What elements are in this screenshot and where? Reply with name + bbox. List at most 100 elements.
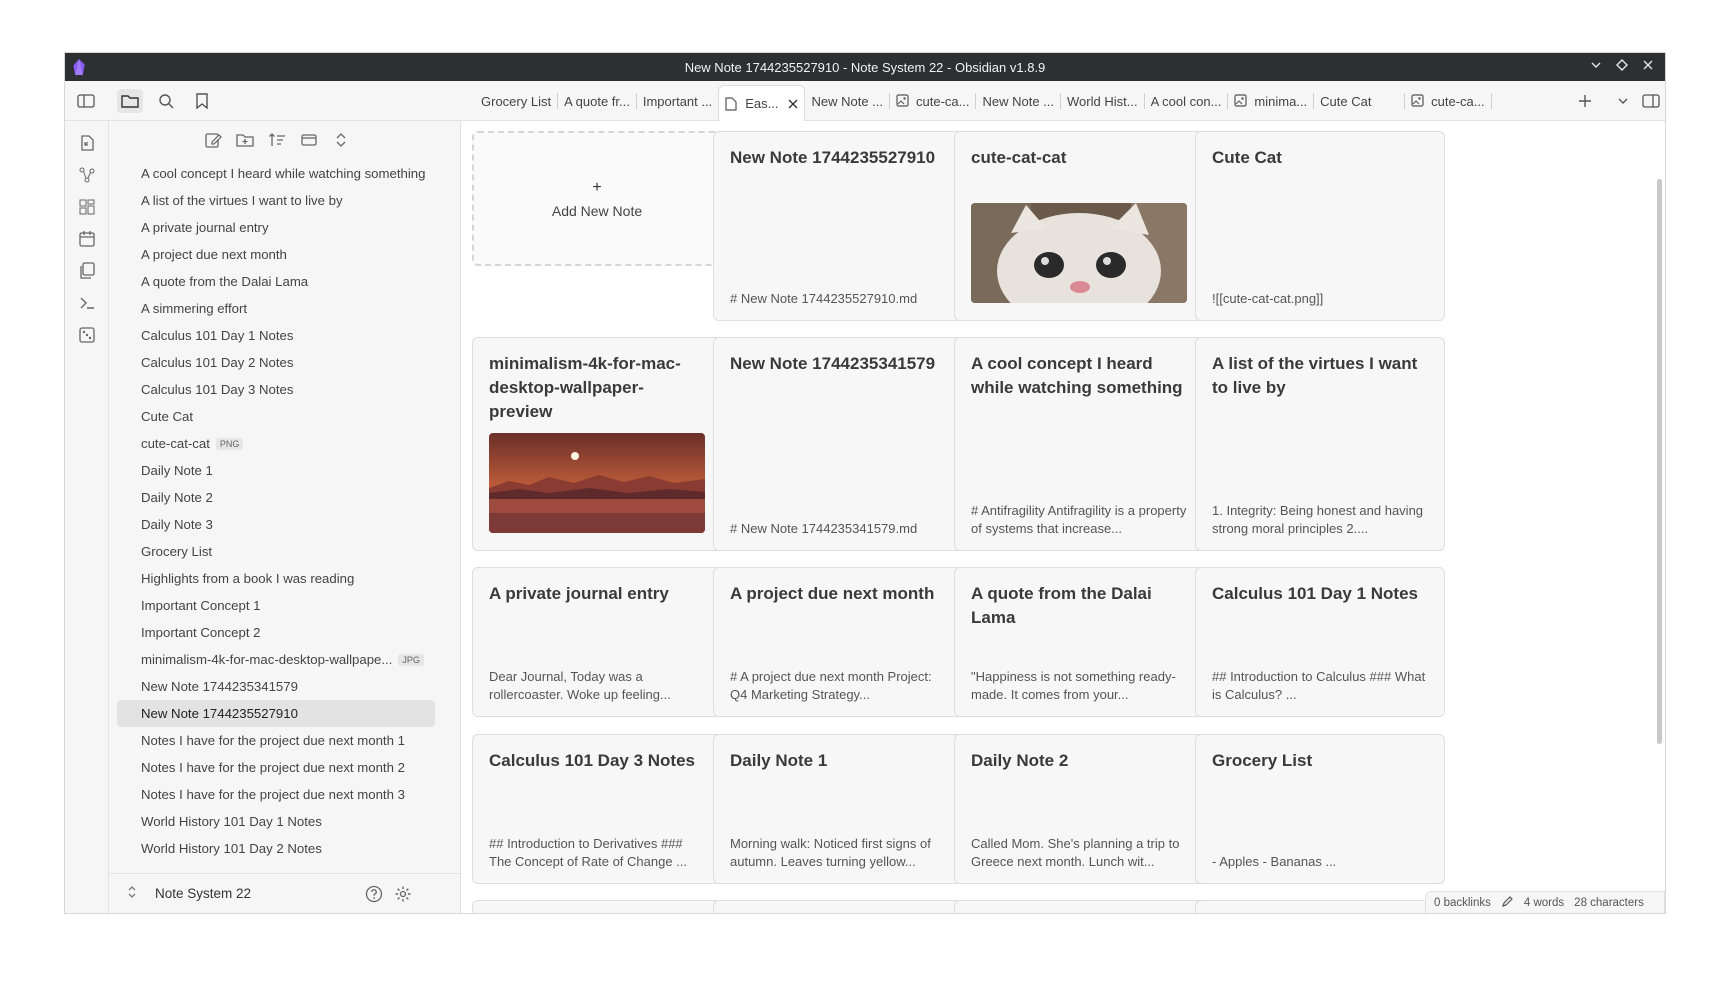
tab-active-easy[interactable]: Eas... xyxy=(718,85,806,121)
collapse-all-icon[interactable] xyxy=(332,131,352,151)
close-tab-icon[interactable] xyxy=(788,96,798,112)
tab-grocery-list[interactable]: Grocery List xyxy=(475,81,557,121)
new-folder-icon[interactable] xyxy=(236,131,256,151)
tab-cute-cat-image-1[interactable]: cute-ca... xyxy=(890,81,975,121)
toggle-left-sidebar-icon[interactable] xyxy=(73,89,99,113)
file-icon xyxy=(725,96,739,111)
file-tree-item[interactable]: minimalism-4k-for-mac-desktop-wallpape..… xyxy=(117,646,435,673)
note-card[interactable]: A cool concept I heard while watching so… xyxy=(954,337,1204,551)
sort-order-icon[interactable] xyxy=(268,131,288,151)
canvas-icon[interactable] xyxy=(78,198,96,216)
help-icon[interactable] xyxy=(365,885,383,908)
tab-list-dropdown-icon[interactable] xyxy=(1610,89,1636,113)
new-tab-icon[interactable] xyxy=(1572,89,1598,113)
maximize-icon[interactable] xyxy=(1613,58,1631,76)
file-tree-item[interactable]: World History 101 Day 2 Notes xyxy=(117,835,435,862)
note-card[interactable]: Calculus 101 Day 3 Notes ## Introduction… xyxy=(472,734,722,884)
tab-minimalism-image[interactable]: minima... xyxy=(1228,81,1313,121)
backlinks-count[interactable]: 0 backlinks xyxy=(1434,897,1491,909)
character-count: 28 characters xyxy=(1574,897,1644,909)
edit-mode-icon[interactable] xyxy=(1501,895,1514,911)
file-tree-item[interactable]: A simmering effort xyxy=(117,295,435,322)
file-tree-item[interactable]: Notes I have for the project due next mo… xyxy=(117,781,435,808)
file-tree-item[interactable]: Important Concept 2 xyxy=(117,619,435,646)
note-card[interactable]: Daily Note 1 Morning walk: Noticed first… xyxy=(713,734,963,884)
note-card[interactable]: New Note 1744235527910 # New Note 174423… xyxy=(713,131,963,321)
toggle-right-sidebar-icon[interactable] xyxy=(1638,89,1664,113)
main-scrollbar[interactable] xyxy=(1657,179,1662,744)
file-tree-item[interactable]: New Note 1744235527910 xyxy=(117,700,435,727)
tab-cool-concept[interactable]: A cool con... xyxy=(1145,81,1228,121)
note-card-title: Calculus 101 Day 3 Notes xyxy=(489,751,695,770)
file-tree-item-label: Calculus 101 Day 2 Notes xyxy=(141,355,294,370)
file-tree-item[interactable]: Daily Note 1 xyxy=(117,457,435,484)
templates-icon[interactable] xyxy=(78,262,96,280)
file-tree-item[interactable]: A cool concept I heard while watching so… xyxy=(117,160,435,187)
note-card[interactable]: Cute Cat ![[cute-cat-cat.png]] xyxy=(1195,131,1445,321)
file-tree-item[interactable]: Calculus 101 Day 2 Notes xyxy=(117,349,435,376)
tab-cute-cat[interactable]: Cute Cat xyxy=(1314,81,1404,121)
tab-new-note-1[interactable]: New Note ... xyxy=(805,81,889,121)
file-tree-item[interactable]: A private journal entry xyxy=(117,214,435,241)
file-tree-item[interactable]: Cute Cat xyxy=(117,403,435,430)
file-tree-item[interactable]: Daily Note 3 xyxy=(117,511,435,538)
file-tree-item-label: Notes I have for the project due next mo… xyxy=(141,787,405,802)
file-tree-item-label: Notes I have for the project due next mo… xyxy=(141,733,405,748)
calendar-icon[interactable] xyxy=(78,230,96,248)
vault-switch-icon[interactable] xyxy=(127,885,137,902)
settings-gear-icon[interactable] xyxy=(394,885,412,908)
file-tree-item[interactable]: World History 101 Day 1 Notes xyxy=(117,808,435,835)
tab-important-concept[interactable]: Important ... xyxy=(637,81,718,121)
new-note-icon[interactable] xyxy=(204,131,224,151)
command-palette-icon[interactable] xyxy=(78,294,96,312)
file-tree-item[interactable]: Notes I have for the project due next mo… xyxy=(117,727,435,754)
image-card[interactable]: minimalism-4k-for-mac-desktop-wallpaper-… xyxy=(472,337,722,551)
random-note-icon[interactable] xyxy=(78,326,96,344)
note-card-partial[interactable] xyxy=(713,900,963,913)
file-tree-item-label: A simmering effort xyxy=(141,301,248,316)
add-new-note-card[interactable]: + Add New Note xyxy=(472,131,722,266)
file-tree-item[interactable]: Grocery List xyxy=(117,538,435,565)
note-card-partial[interactable] xyxy=(1195,900,1445,913)
file-tree-item[interactable]: Important Concept 1 xyxy=(117,592,435,619)
tab-label: Eas... xyxy=(745,96,779,111)
note-card-partial[interactable] xyxy=(954,900,1204,913)
file-tree-item[interactable]: Highlights from a book I was reading xyxy=(117,565,435,592)
note-card[interactable]: A quote from the Dalai Lama "Happiness i… xyxy=(954,567,1204,717)
note-card[interactable]: Daily Note 2 Called Mom. She's planning … xyxy=(954,734,1204,884)
note-card-title: New Note 1744235341579 xyxy=(730,354,936,373)
search-icon[interactable] xyxy=(153,89,179,113)
note-card[interactable]: A private journal entry Dear Journal, To… xyxy=(472,567,722,717)
note-card[interactable]: Grocery List - Apples - Bananas ... xyxy=(1195,734,1445,884)
vault-switcher[interactable]: Note System 22 xyxy=(109,873,461,913)
note-card[interactable]: New Note 1744235341579 # New Note 174423… xyxy=(713,337,963,551)
bookmarks-icon[interactable] xyxy=(189,89,215,113)
image-card[interactable]: cute-cat-cat xyxy=(954,131,1204,321)
file-tree-item[interactable]: New Note 1744235341579 xyxy=(117,673,435,700)
file-tree-item[interactable]: cute-cat-cat PNG xyxy=(117,430,435,457)
minimize-icon[interactable] xyxy=(1587,58,1605,76)
tab-world-history[interactable]: World Hist... xyxy=(1061,81,1144,121)
note-card-partial[interactable] xyxy=(472,900,722,913)
note-card[interactable]: A project due next month # A project due… xyxy=(713,567,963,717)
auto-reveal-icon[interactable] xyxy=(300,131,320,151)
note-card[interactable]: Calculus 101 Day 1 Notes ## Introduction… xyxy=(1195,567,1445,717)
tab-dalai-lama-quote[interactable]: A quote fr... xyxy=(558,81,636,121)
file-explorer-icon[interactable] xyxy=(117,89,143,113)
tab-cute-cat-image-2[interactable]: cute-ca... xyxy=(1405,81,1490,121)
file-tree-item[interactable]: Notes I have for the project due next mo… xyxy=(117,754,435,781)
file-tree-item[interactable]: Daily Note 2 xyxy=(117,484,435,511)
ribbon xyxy=(65,121,109,913)
close-window-icon[interactable] xyxy=(1639,58,1657,76)
file-tree-item[interactable]: Calculus 101 Day 1 Notes xyxy=(117,322,435,349)
graph-view-icon[interactable] xyxy=(78,166,96,184)
file-tree-item[interactable]: A project due next month xyxy=(117,241,435,268)
note-card[interactable]: A list of the virtues I want to live by … xyxy=(1195,337,1445,551)
tab-new-note-2[interactable]: New Note ... xyxy=(976,81,1060,121)
note-card-preview: Dear Journal, Today was a rollercoaster.… xyxy=(489,669,671,703)
file-tree-item[interactable]: A quote from the Dalai Lama xyxy=(117,268,435,295)
file-tree-item[interactable]: A list of the virtues I want to live by xyxy=(117,187,435,214)
open-quick-switcher-icon[interactable] xyxy=(78,134,96,152)
file-tree-item-label: A private journal entry xyxy=(141,220,269,235)
file-tree-item[interactable]: Calculus 101 Day 3 Notes xyxy=(117,376,435,403)
